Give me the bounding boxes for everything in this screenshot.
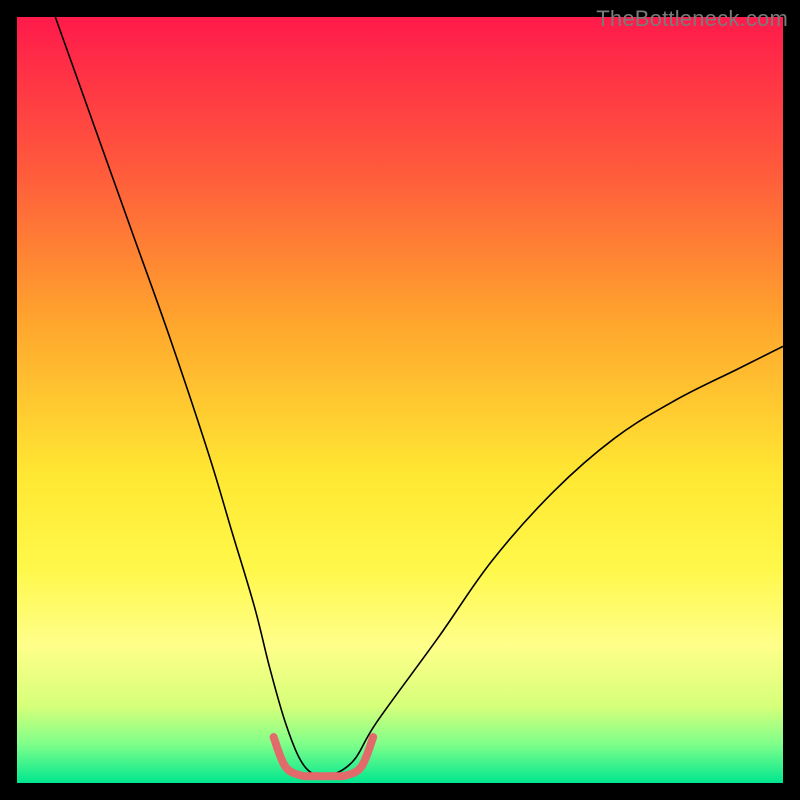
gradient-background [17, 17, 783, 783]
plot-area [17, 17, 783, 783]
chart-svg [17, 17, 783, 783]
watermark-text: TheBottleneck.com [596, 6, 788, 32]
bottleneck-chart: TheBottleneck.com [0, 0, 800, 800]
